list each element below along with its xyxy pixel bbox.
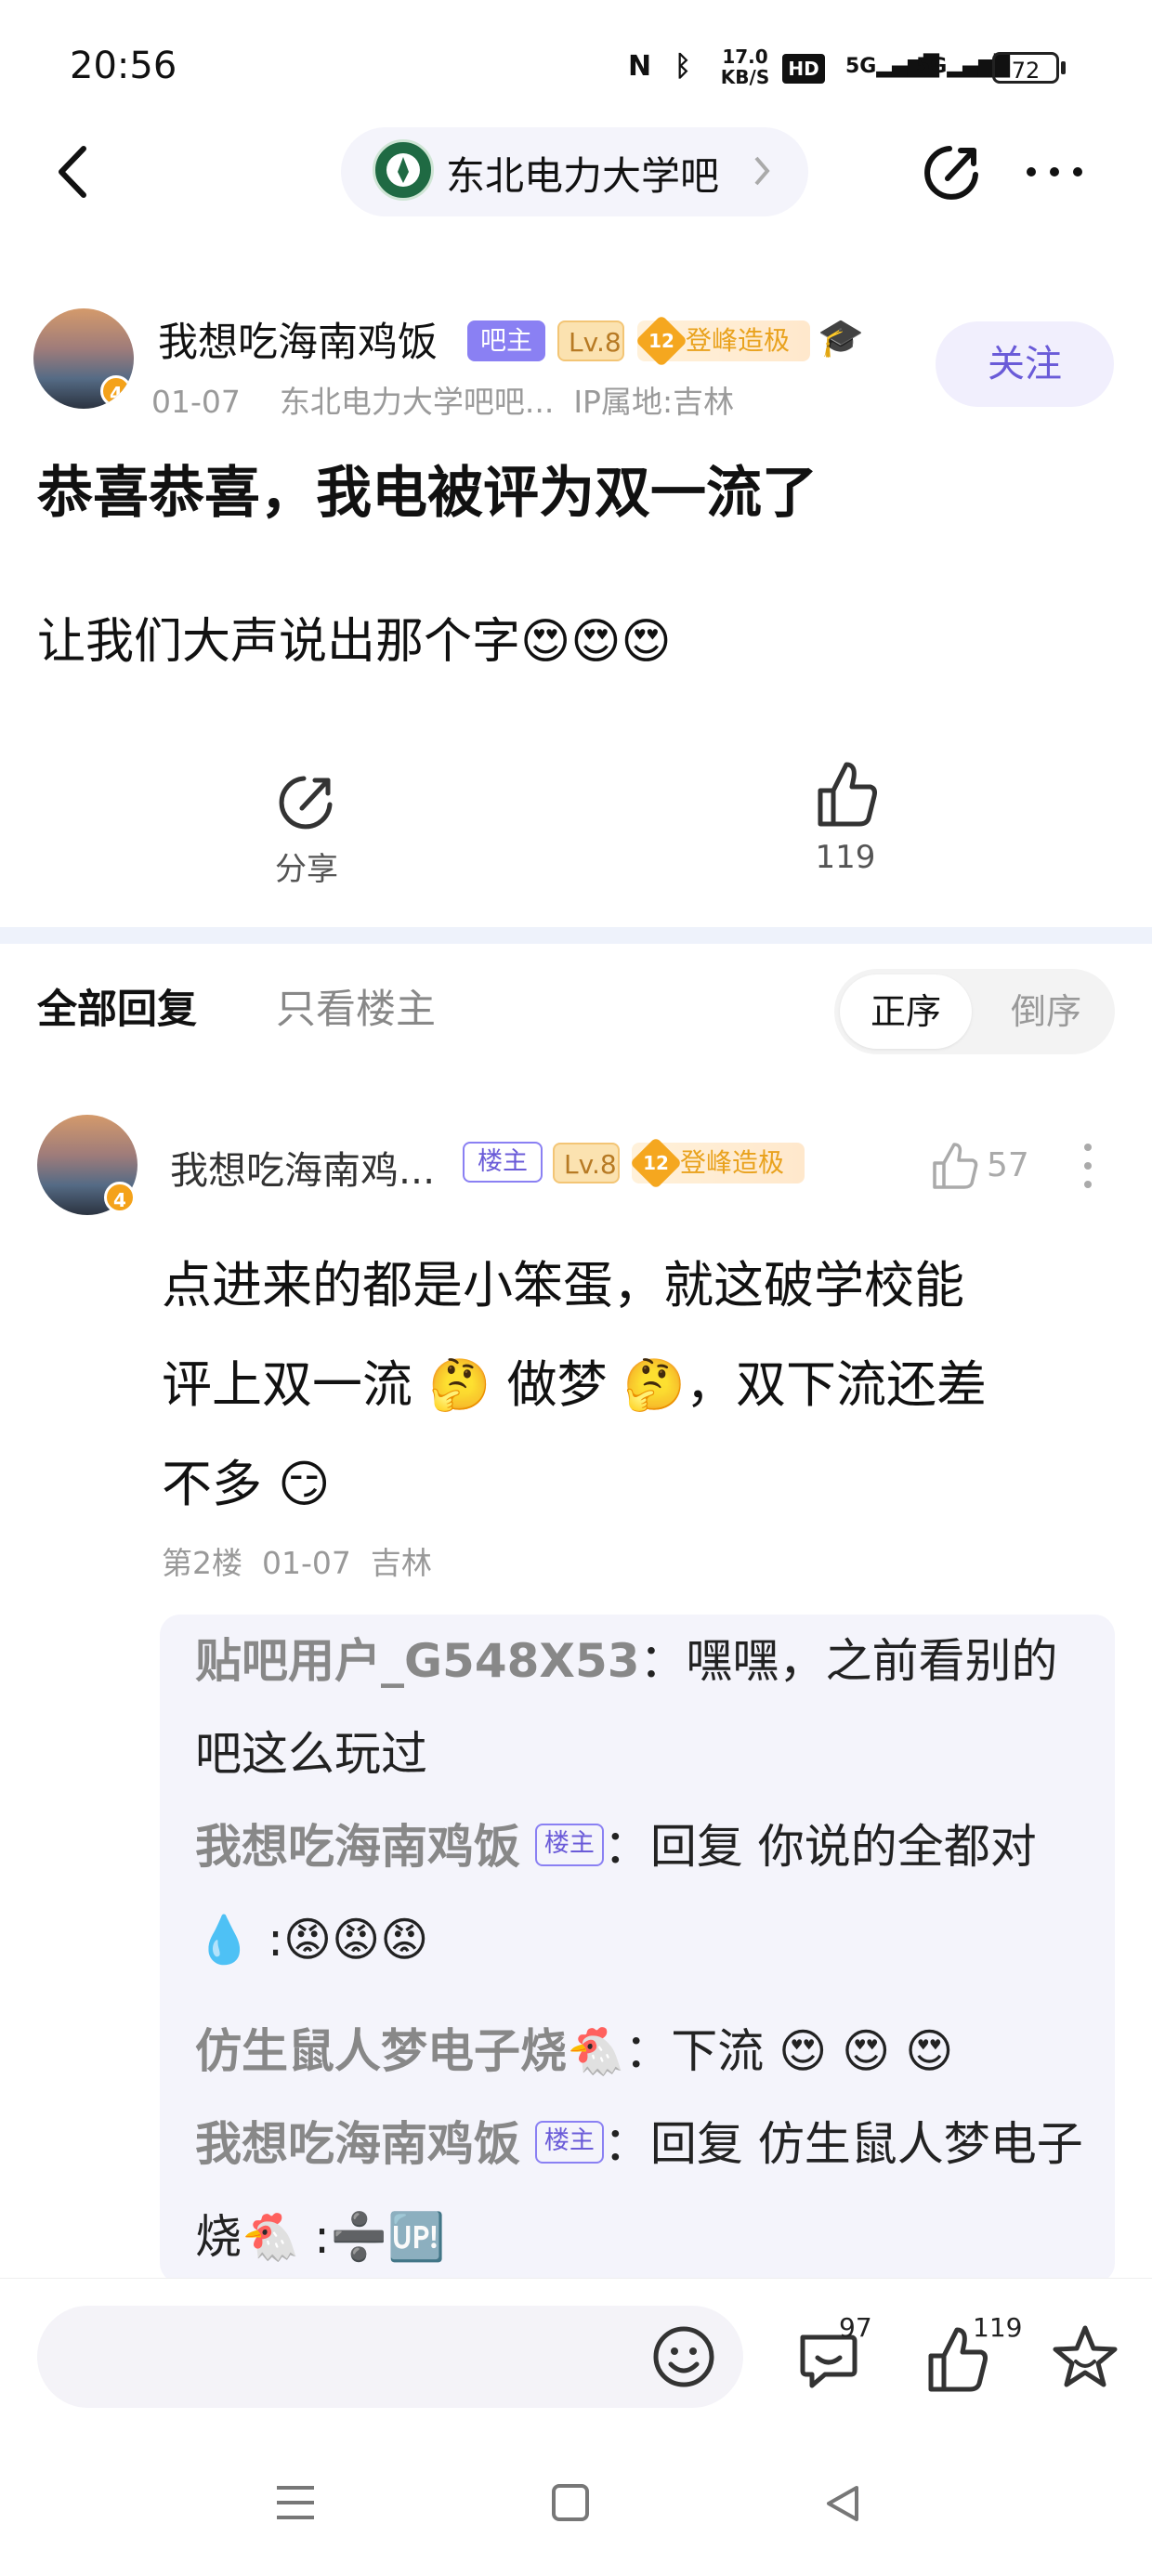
sub-reply[interactable]: 贴吧用户_G548X53：嘿嘿，之前看别的吧这么玩过: [195, 1615, 1087, 1800]
section-divider: [0, 927, 1152, 944]
thumbs-up-icon: [933, 1143, 978, 1189]
menu-icon[interactable]: [274, 2482, 317, 2523]
reply-more-button[interactable]: [1082, 1141, 1093, 1191]
reply-author[interactable]: 我想吃海南鸡...: [170, 1139, 435, 1195]
sub-replies[interactable]: 贴吧用户_G548X53：嘿嘿，之前看别的吧这么玩过 我想吃海南鸡饭 楼主 ：回复…: [160, 1615, 1115, 2283]
like-count: 119: [815, 839, 876, 876]
rank-badge: 12 登峰造极: [635, 314, 810, 368]
hd-icon: HD: [782, 54, 825, 84]
battery-tip: [1061, 61, 1066, 74]
level-badge: Lv.8: [553, 1143, 620, 1183]
battery-indicator: 72: [992, 52, 1059, 84]
author-name[interactable]: 我想吃海南鸡饭: [158, 310, 438, 368]
share-icon: [279, 776, 333, 830]
like-button[interactable]: 119: [790, 757, 901, 883]
bluetooth-icon: ᛒ: [674, 50, 691, 83]
reply-body: 点进来的都是小笨蛋，就这破学校能 评上双一流 🤔 做梦 🤔，双下流还差 不多 😏: [162, 1256, 988, 1513]
forum-logo: [373, 139, 434, 201]
edit-share-icon: [924, 146, 978, 200]
emoji-button[interactable]: [650, 2323, 717, 2390]
thumbs-up-icon: [818, 762, 877, 827]
chevron-right-icon: [753, 154, 771, 196]
post-meta: 01-07 东北电力大学吧吧... IP属地:吉林: [151, 384, 735, 420]
bazhu-badge: 吧主: [467, 320, 545, 361]
home-icon[interactable]: [552, 2484, 589, 2521]
status-time: 20:56: [70, 45, 177, 87]
reply-like-count: 57: [987, 1146, 1029, 1184]
more-vertical-icon: [1084, 1144, 1092, 1188]
sort-desc-button[interactable]: 倒序: [985, 974, 1107, 1049]
share-label: 分享: [275, 851, 338, 888]
sort-asc-button[interactable]: 正序: [840, 974, 972, 1049]
reply-count: 97: [839, 2312, 872, 2343]
post-title: 恭喜恭喜，我电被评为双一流了: [37, 461, 818, 526]
avatar[interactable]: 4: [37, 1115, 137, 1215]
tab-op-only[interactable]: 只看楼主: [276, 977, 436, 1035]
follow-button[interactable]: 关注: [936, 321, 1114, 407]
post-body: 让我们大声说出那个字😍😍😍: [37, 614, 672, 670]
chevron-left-icon: [59, 146, 86, 198]
smiley-icon: [653, 2326, 714, 2387]
back-triangle-icon[interactable]: [819, 2480, 866, 2527]
sub-reply[interactable]: 我想吃海南鸡饭 楼主 ：回复 仿生鼠人梦电子烧🐔 :➗🆙: [195, 2098, 1087, 2283]
comment-input[interactable]: [37, 2306, 743, 2408]
share-button[interactable]: 分享: [251, 762, 362, 888]
net-speed: 17.0 KB/S: [720, 46, 770, 88]
louzhu-badge: 楼主: [534, 1823, 604, 1866]
sub-reply[interactable]: 仿生鼠人梦电子烧🐔：下流 😍 😍 😍: [195, 2005, 1087, 2098]
more-dots-icon: [1027, 167, 1082, 177]
more-button[interactable]: [1022, 163, 1087, 181]
louzhu-badge: 楼主: [534, 2120, 604, 2164]
graduation-cap-icon: 🎓: [818, 317, 864, 360]
level-badge: Lv.8: [557, 320, 624, 361]
avatar[interactable]: 4: [33, 308, 134, 409]
like-count: 119: [973, 2312, 1023, 2343]
star-icon: [1053, 2325, 1118, 2387]
back-button[interactable]: [50, 139, 97, 204]
rank-badge: 12 登峰造极: [629, 1136, 805, 1190]
favorite-button[interactable]: [1048, 2321, 1122, 2395]
reply-meta: 第2楼 01-07 吉林: [162, 1545, 432, 1581]
sub-reply[interactable]: 我想吃海南鸡饭 楼主 ：回复 你说的全都对💧 :😡😡😡: [195, 1800, 1087, 1986]
nfc-icon: N: [628, 50, 652, 83]
tab-all-replies[interactable]: 全部回复: [37, 977, 197, 1035]
share-edit-button[interactable]: [920, 139, 985, 204]
forum-name[interactable]: 东北电力大学吧: [446, 145, 719, 202]
louzhu-badge: 楼主: [463, 1142, 543, 1183]
